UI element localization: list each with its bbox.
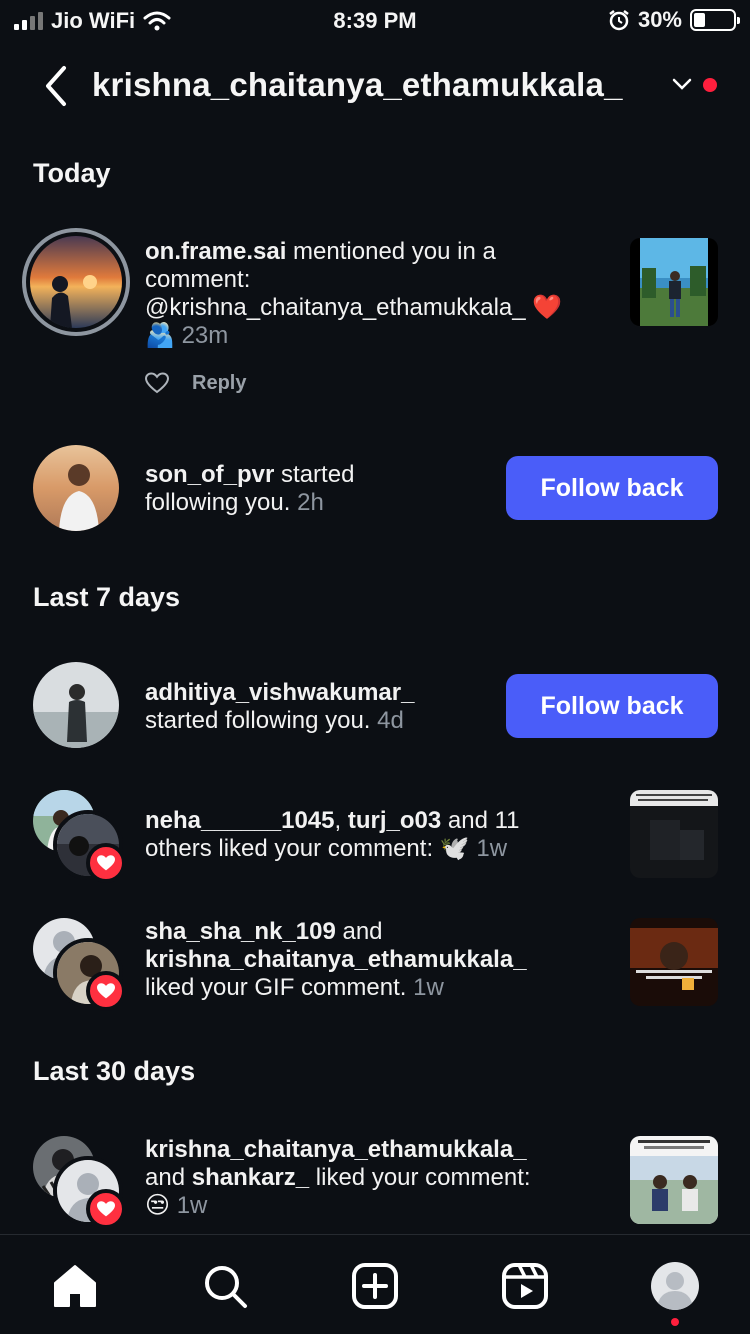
username-link[interactable]: krishna_chaitanya_ethamukkala_ — [145, 1136, 527, 1163]
create-icon[interactable] — [350, 1261, 400, 1311]
follow-text: son_of_pvr started following you. 2h — [145, 461, 354, 517]
follow-text: adhitiya_vishwakumar_ started following … — [145, 679, 414, 735]
post-thumbnail[interactable] — [630, 1136, 718, 1224]
dove-emoji: 🕊️ — [439, 835, 470, 862]
like-text-2: liked your GIF comment. — [145, 974, 407, 1001]
post-thumbnail[interactable] — [630, 790, 718, 878]
time-label: 23m — [181, 322, 229, 349]
hug-emoji: 🫂 — [145, 322, 175, 349]
mention-text-1: mentioned you in a — [286, 238, 496, 265]
status-right: 30% — [608, 7, 740, 33]
like-text: neha______1045, turj_o03 and 11 others l… — [145, 807, 520, 863]
reply-button[interactable]: Reply — [192, 372, 246, 395]
username-link[interactable]: turj_o03 — [348, 807, 441, 834]
like-badge — [86, 1189, 126, 1229]
notification-dot — [703, 78, 717, 92]
search-icon[interactable] — [200, 1261, 250, 1311]
heart-icon — [97, 983, 115, 999]
profile-notification-dot — [671, 1318, 679, 1326]
unamused-emoji: 😒 — [145, 1192, 171, 1219]
heart-icon — [97, 1201, 115, 1217]
home-icon[interactable] — [50, 1261, 100, 1311]
username-link[interactable]: krishna_chaitanya_ethamukkala_ — [145, 946, 527, 973]
like-badge — [86, 971, 126, 1011]
reels-icon[interactable] — [500, 1261, 550, 1311]
heart-icon — [97, 855, 115, 871]
avatar[interactable] — [33, 445, 119, 531]
username-link[interactable]: sha_sha_nk_109 — [145, 918, 336, 945]
follow-back-button[interactable]: Follow back — [506, 456, 718, 520]
time-label: 1w — [176, 1192, 208, 1219]
post-thumbnail[interactable] — [630, 238, 718, 326]
time-label: 1w — [476, 835, 508, 862]
like-text-1: and — [145, 1164, 192, 1191]
mention-handle[interactable]: @krishna_chaitanya_ethamukkala_ — [145, 294, 526, 321]
like-heart-icon[interactable] — [145, 372, 169, 394]
like-text-1: and 11 — [441, 807, 520, 834]
account-username[interactable]: krishna_chaitanya_ethamukkala_ — [92, 66, 623, 104]
chevron-down-icon[interactable] — [670, 72, 694, 96]
mention-text-2: comment: — [145, 266, 251, 293]
bottom-nav — [0, 1234, 750, 1334]
follow-text-1: started — [274, 461, 355, 488]
battery-icon — [690, 9, 740, 31]
follow-text-2: following you. — [145, 489, 291, 516]
section-last-30-days: Last 30 days — [33, 1056, 196, 1086]
like-badge — [86, 843, 126, 883]
username-link[interactable]: shankarz_ — [192, 1164, 309, 1191]
time-label: 1w — [413, 974, 444, 1001]
follow-text-2: started following you. — [145, 707, 371, 734]
heart-emoji: ❤️ — [532, 294, 563, 321]
like-text-1: and — [335, 918, 383, 945]
post-thumbnail[interactable] — [630, 918, 718, 1006]
avatar[interactable] — [33, 662, 119, 748]
username-link[interactable]: neha______1045 — [145, 807, 335, 834]
username-link[interactable]: son_of_pvr — [145, 461, 274, 488]
battery-percent: 30% — [637, 7, 682, 32]
mention-text: on.frame.sai mentioned you in a comment:… — [145, 238, 562, 350]
like-text-2: liked your comment: — [309, 1164, 531, 1191]
section-last-7-days: Last 7 days — [33, 582, 181, 612]
status-bar: Jio WiFi 8:39 PM 30% — [0, 0, 750, 40]
separator: , — [334, 807, 348, 834]
like-text-2: others liked your comment: — [145, 835, 434, 862]
alarm-icon — [609, 10, 629, 31]
header: krishna_chaitanya_ethamukkala_ — [0, 58, 750, 114]
back-icon[interactable] — [38, 62, 78, 110]
time-label: 2h — [297, 489, 324, 516]
like-text: krishna_chaitanya_ethamukkala_ and shank… — [145, 1136, 531, 1220]
avatar[interactable] — [22, 228, 130, 336]
section-today: Today — [33, 158, 111, 188]
follow-back-button[interactable]: Follow back — [506, 674, 718, 738]
username-link[interactable]: adhitiya_vishwakumar_ — [145, 679, 414, 706]
time-label: 4d — [377, 707, 404, 734]
like-text: sha_sha_nk_109 and krishna_chaitanya_eth… — [145, 918, 527, 1002]
username-link[interactable]: on.frame.sai — [145, 238, 286, 265]
profile-icon[interactable] — [650, 1261, 700, 1311]
